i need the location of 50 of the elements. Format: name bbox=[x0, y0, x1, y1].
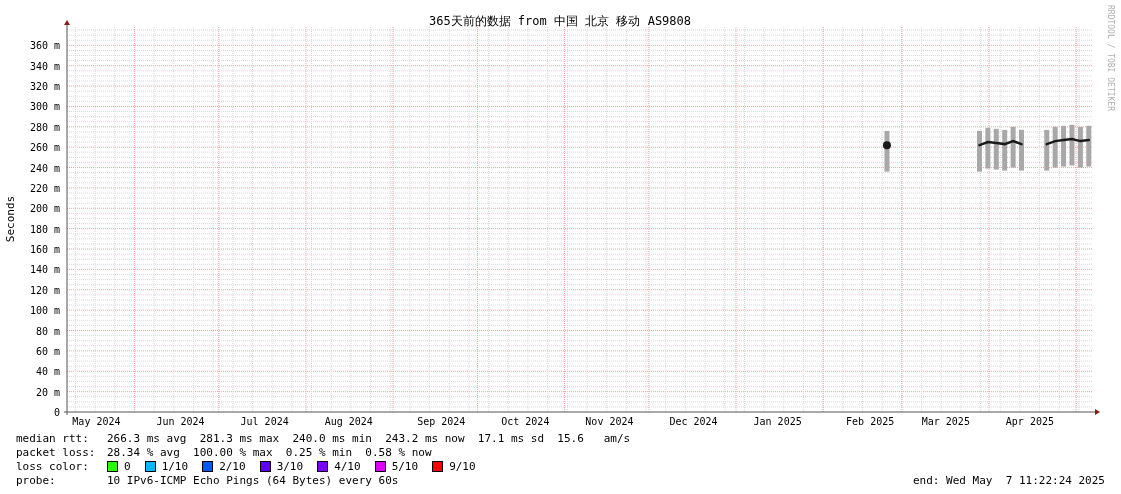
legend-text: 3/10 bbox=[276, 459, 304, 473]
legend-text: 4/10 bbox=[334, 459, 361, 473]
tick-label: May 2024 bbox=[72, 416, 121, 427]
credit-text: RRDTOOL / TOBI OETIKER bbox=[1106, 5, 1115, 111]
tick-label: 160 m bbox=[29, 244, 60, 256]
axis-label: Seconds bbox=[4, 195, 17, 243]
tick-label: 0 bbox=[53, 407, 60, 418]
tick-label: Sep 2024 bbox=[417, 416, 466, 427]
tick-label: Jun 2024 bbox=[156, 416, 205, 427]
tick-label: Apr 2025 bbox=[1005, 416, 1054, 427]
tick-label: 120 m bbox=[29, 284, 60, 296]
tick-label: 100 m bbox=[29, 305, 60, 317]
legend-label: median rtt: bbox=[16, 431, 90, 445]
tick-label: Mar 2025 bbox=[921, 416, 970, 427]
tick-label: Aug 2024 bbox=[324, 416, 373, 427]
tick-label: 320 m bbox=[29, 81, 60, 93]
tick-label: Jan 2025 bbox=[753, 416, 802, 427]
tick-label: 260 m bbox=[29, 142, 60, 154]
tick-label: 340 m bbox=[29, 60, 60, 72]
tick-label: 20 m bbox=[35, 386, 60, 398]
legend-text: 10 IPv6-ICMP Echo Pings (64 Bytes) every 60s bbox=[107, 473, 399, 487]
data-point bbox=[882, 141, 891, 150]
tick-label: 360 m bbox=[29, 40, 60, 52]
legend-text: 0 bbox=[124, 459, 131, 473]
legend-text: 2/10 bbox=[219, 459, 246, 473]
end-time: end: Wed May 7 11:22:24 2025 bbox=[912, 473, 1105, 487]
legend-label: packet loss: bbox=[16, 445, 97, 459]
tick-label: 200 m bbox=[29, 203, 60, 215]
tick-label: 300 m bbox=[29, 101, 60, 113]
tick-label: 180 m bbox=[29, 223, 60, 235]
tick-label: Dec 2024 bbox=[669, 416, 718, 427]
legend-text: 5/10 bbox=[391, 459, 419, 473]
chart-title: 365天前的数据 from 中国 北京 移动 AS9808 bbox=[429, 14, 691, 28]
legend-text: 266.3 ms avg 281.3 ms max 240.0 ms min 243.2 ms now 17.1 ms sd 15.6 am/s bbox=[107, 431, 631, 445]
tick-label: 60 m bbox=[35, 345, 60, 357]
tick-label: 240 m bbox=[29, 162, 60, 174]
legend-label: probe: bbox=[16, 473, 57, 487]
tick-label: 80 m bbox=[35, 325, 60, 337]
tick-label: Jul 2024 bbox=[240, 416, 289, 427]
legend-text: 1/10 bbox=[161, 459, 189, 473]
tick-label: 40 m bbox=[35, 366, 60, 378]
tick-label: Feb 2025 bbox=[846, 416, 895, 427]
legend-text: 9/10 bbox=[449, 459, 476, 473]
tick-label: Oct 2024 bbox=[501, 416, 550, 427]
legend-text: 28.34 % avg 100.00 % max 0.25 % min 0.58 % now bbox=[107, 445, 432, 459]
tick-label: 220 m bbox=[29, 182, 60, 194]
tick-label: 280 m bbox=[29, 121, 60, 133]
tick-label: 140 m bbox=[29, 264, 60, 276]
tick-label: Nov 2024 bbox=[585, 416, 634, 427]
legend-label: loss color: bbox=[16, 459, 90, 473]
